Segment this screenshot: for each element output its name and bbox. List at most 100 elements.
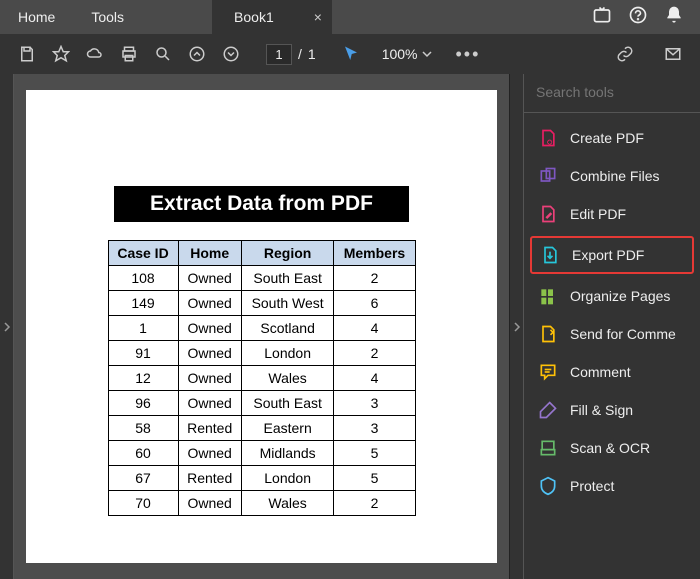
tool-send-for-comme[interactable]: Send for Comme (524, 315, 700, 353)
table-cell: Wales (241, 491, 334, 516)
protect-icon (538, 476, 558, 496)
organize-pages-icon (538, 286, 558, 306)
table-cell: 6 (334, 291, 415, 316)
table-cell: 108 (108, 266, 178, 291)
tool-edit-pdf[interactable]: Edit PDF (524, 195, 700, 233)
cloud-icon[interactable] (86, 45, 104, 63)
table-row: 58RentedEastern3 (108, 416, 415, 441)
page-total: 1 (308, 46, 316, 62)
table-header: Home (178, 241, 241, 266)
tab-home[interactable]: Home (0, 1, 73, 33)
data-table: Case IDHomeRegionMembers 108OwnedSouth E… (108, 240, 416, 516)
search-page-icon[interactable] (154, 45, 172, 63)
table-row: 12OwnedWales4 (108, 366, 415, 391)
table-cell: 12 (108, 366, 178, 391)
tool-create-pdf[interactable]: Create PDF (524, 119, 700, 157)
tool-export-pdf[interactable]: Export PDF (530, 236, 694, 274)
table-header: Region (241, 241, 334, 266)
document-title: Book1 (234, 9, 274, 25)
table-cell: 4 (334, 366, 415, 391)
table-cell: Owned (178, 391, 241, 416)
page-down-icon[interactable] (222, 45, 240, 63)
print-icon[interactable] (120, 45, 138, 63)
left-panel-toggle[interactable] (0, 74, 14, 579)
table-row: 108OwnedSouth East2 (108, 266, 415, 291)
table-cell: 149 (108, 291, 178, 316)
table-row: 67RentedLondon5 (108, 466, 415, 491)
search-tools-box (524, 74, 700, 113)
tool-label: Protect (570, 478, 614, 494)
table-cell: Owned (178, 366, 241, 391)
table-row: 1OwnedScotland4 (108, 316, 415, 341)
table-cell: Wales (241, 366, 334, 391)
table-cell: 3 (334, 391, 415, 416)
tool-comment[interactable]: Comment (524, 353, 700, 391)
link-icon[interactable] (616, 45, 634, 63)
table-header: Case ID (108, 241, 178, 266)
document-viewport[interactable]: Extract Data from PDF Case IDHomeRegionM… (14, 74, 509, 579)
tool-label: Scan & OCR (570, 440, 650, 456)
page-number: / 1 (266, 44, 316, 65)
table-cell: Rented (178, 416, 241, 441)
zoom-value: 100% (382, 46, 418, 62)
right-panel: Create PDF Combine FilesEdit PDFExport PD… (523, 74, 700, 579)
document-page: Extract Data from PDF Case IDHomeRegionM… (26, 90, 497, 563)
edit-pdf-icon (538, 204, 558, 224)
page-separator: / (298, 46, 302, 62)
table-cell: South East (241, 266, 334, 291)
tool-fill-sign[interactable]: Fill & Sign (524, 391, 700, 429)
page-current-input[interactable] (266, 44, 292, 65)
table-cell: 67 (108, 466, 178, 491)
table-row: 96OwnedSouth East3 (108, 391, 415, 416)
save-icon[interactable] (18, 45, 36, 63)
table-cell: Owned (178, 316, 241, 341)
fill-sign-icon (538, 400, 558, 420)
table-row: 149OwnedSouth West6 (108, 291, 415, 316)
zoom-level[interactable]: 100% (382, 46, 432, 62)
tool-label: Organize Pages (570, 288, 670, 304)
tool-scan-ocr[interactable]: Scan & OCR (524, 429, 700, 467)
table-cell: Midlands (241, 441, 334, 466)
table-row: 60OwnedMidlands5 (108, 441, 415, 466)
table-cell: 2 (334, 491, 415, 516)
table-cell: 5 (334, 441, 415, 466)
search-tools-input[interactable] (536, 84, 688, 100)
create-pdf-icon (538, 128, 558, 148)
right-panel-toggle[interactable] (509, 74, 523, 579)
export-pdf-icon (540, 245, 560, 265)
table-cell: Owned (178, 491, 241, 516)
tab-tools[interactable]: Tools (73, 1, 142, 33)
help-icon[interactable] (628, 5, 648, 30)
main-area: Extract Data from PDF Case IDHomeRegionM… (0, 74, 700, 579)
tool-protect[interactable]: Protect (524, 467, 700, 505)
close-icon[interactable]: × (314, 9, 322, 25)
mail-icon[interactable] (664, 45, 682, 63)
toolbar-right (608, 45, 690, 63)
tab-document[interactable]: Book1 × (212, 0, 332, 34)
tool-label: Fill & Sign (570, 402, 633, 418)
notification-icon[interactable] (664, 5, 684, 30)
tool-list: Create PDF Combine FilesEdit PDFExport PD… (524, 113, 700, 511)
table-cell: 2 (334, 341, 415, 366)
table-cell: Owned (178, 291, 241, 316)
tool-combine-files[interactable]: Combine Files (524, 157, 700, 195)
table-cell: London (241, 341, 334, 366)
table-cell: South West (241, 291, 334, 316)
top-tabs: Home Tools Book1 × (0, 0, 700, 34)
table-cell: Scotland (241, 316, 334, 341)
tool-label: Create PDF (570, 130, 644, 146)
tool-organize-pages[interactable]: Organize Pages (524, 277, 700, 315)
pointer-icon[interactable] (342, 45, 360, 63)
star-icon[interactable] (52, 45, 70, 63)
table-cell: Eastern (241, 416, 334, 441)
scan-ocr-icon (538, 438, 558, 458)
share-icon[interactable] (592, 5, 612, 30)
more-icon[interactable]: ••• (456, 44, 481, 65)
page-up-icon[interactable] (188, 45, 206, 63)
tool-label: Comment (570, 364, 631, 380)
table-row: 91OwnedLondon2 (108, 341, 415, 366)
table-cell: Owned (178, 341, 241, 366)
table-cell: South East (241, 391, 334, 416)
table-cell: 91 (108, 341, 178, 366)
table-cell: Owned (178, 441, 241, 466)
